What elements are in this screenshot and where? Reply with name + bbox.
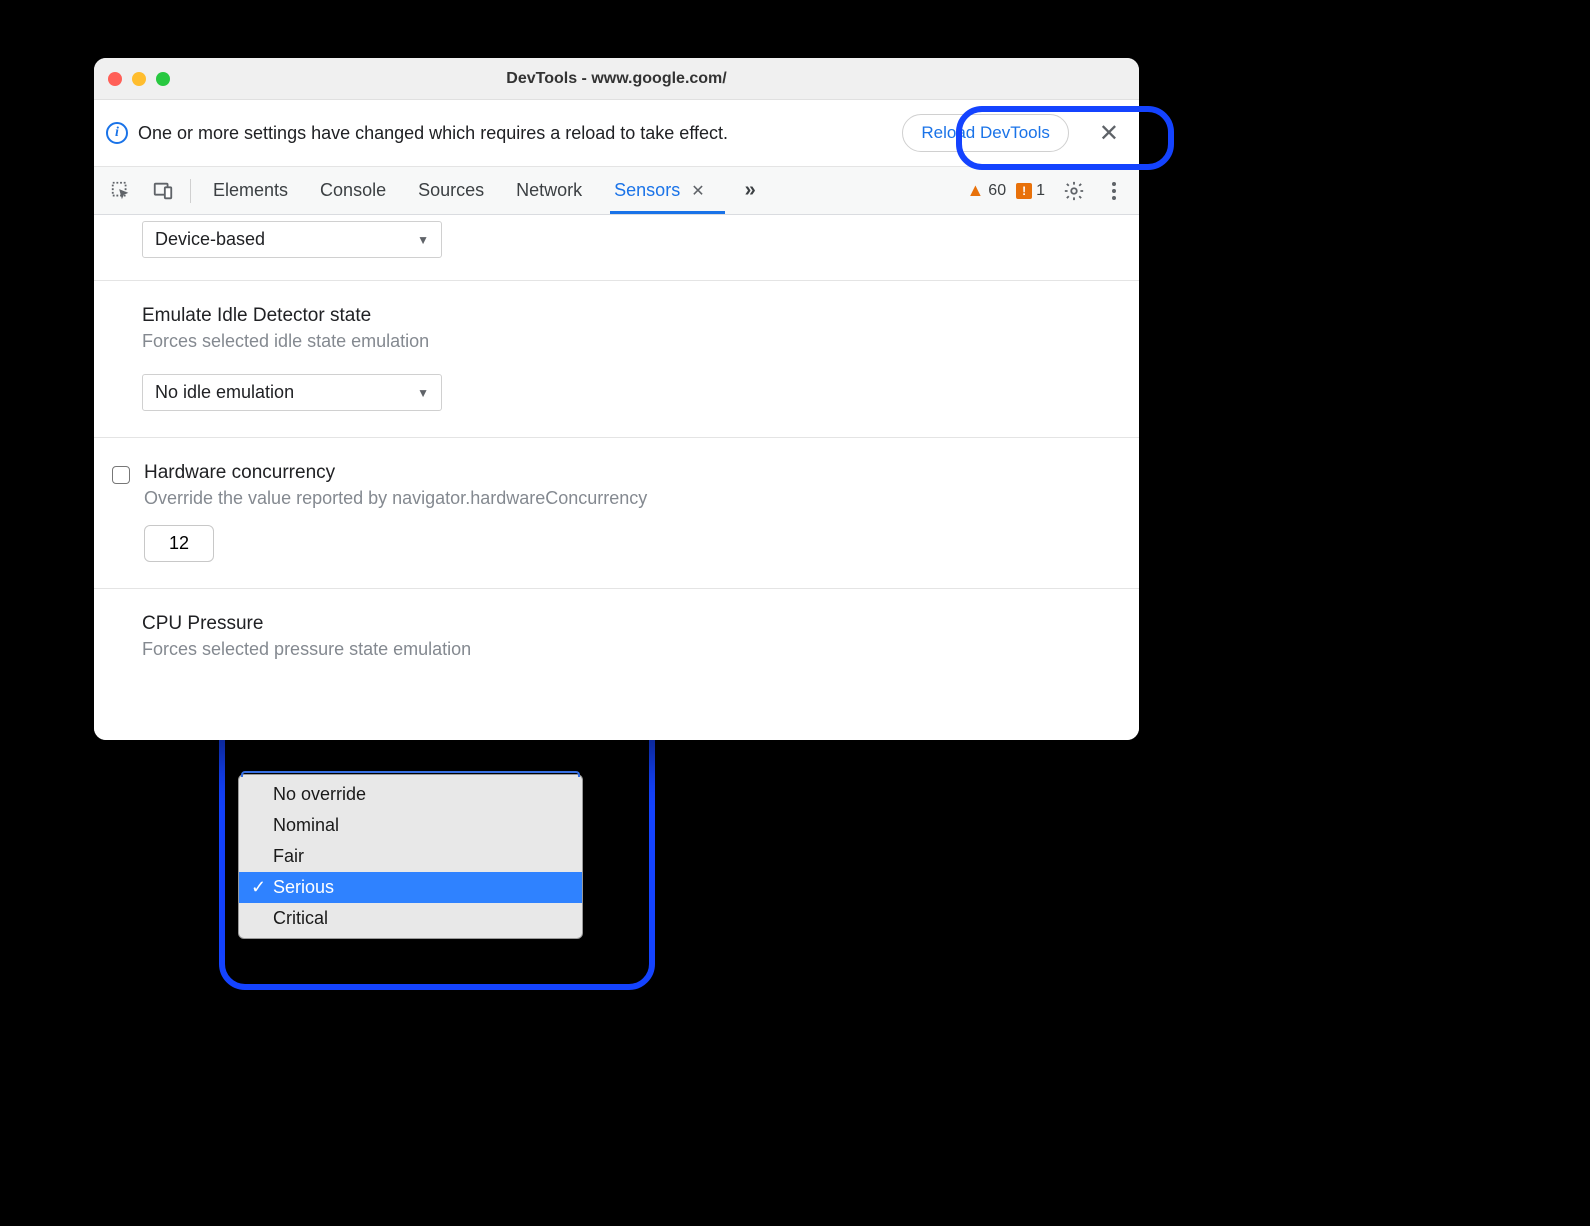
concurrency-title: Hardware concurrency	[144, 462, 1115, 484]
caret-down-icon: ▼	[417, 386, 429, 400]
idle-select-value: No idle emulation	[155, 382, 294, 403]
devtools-window: DevTools - www.google.com/ i One or more…	[94, 58, 1139, 740]
window-titlebar: DevTools - www.google.com/	[94, 58, 1139, 100]
idle-emulation-select[interactable]: No idle emulation ▼	[142, 374, 442, 411]
device-select-value: Device-based	[155, 229, 265, 250]
hardware-concurrency-section: Hardware concurrency Override the value …	[94, 437, 1139, 588]
window-title: DevTools - www.google.com/	[94, 70, 1139, 88]
tab-sensors[interactable]: Sensors ✕	[612, 170, 706, 211]
issue-flag-icon: !	[1016, 183, 1032, 199]
cpu-pressure-subtitle: Forces selected pressure state emulation	[142, 639, 1115, 660]
concurrency-subtitle: Override the value reported by navigator…	[144, 488, 1115, 509]
more-tabs-button[interactable]: »	[745, 179, 756, 202]
tab-close-icon[interactable]: ✕	[691, 183, 704, 200]
tab-network[interactable]: Network	[514, 170, 584, 211]
info-icon: i	[106, 122, 128, 144]
device-orientation-select[interactable]: Device-based ▼	[142, 221, 442, 258]
annotation-highlight-reload	[956, 106, 1174, 170]
warning-triangle-icon: ▲	[966, 180, 984, 201]
cpu-pressure-title: CPU Pressure	[142, 613, 1115, 635]
devtools-tabbar: Elements Console Sources Network Sensors…	[94, 167, 1139, 215]
idle-subtitle: Forces selected idle state emulation	[142, 331, 1115, 352]
cpu-option-serious[interactable]: Serious	[239, 872, 582, 903]
toolbar-right: ▲ 60 ! 1	[966, 174, 1131, 208]
window-maximize-button[interactable]	[156, 72, 170, 86]
issues-count: 1	[1036, 182, 1045, 200]
tab-sources[interactable]: Sources	[416, 170, 486, 211]
toolbar-divider	[190, 179, 191, 203]
idle-title: Emulate Idle Detector state	[142, 305, 1115, 327]
traffic-lights	[108, 72, 170, 86]
caret-down-icon: ▼	[417, 233, 429, 247]
cpu-pressure-section: CPU Pressure Forces selected pressure st…	[94, 588, 1139, 740]
issues-badge[interactable]: ! 1	[1016, 182, 1045, 200]
cpu-option-critical[interactable]: Critical	[239, 903, 582, 934]
tab-sensors-label: Sensors	[614, 180, 680, 200]
notice-text: One or more settings have changed which …	[138, 123, 892, 144]
tab-list: Elements Console Sources Network Sensors…	[211, 170, 962, 211]
warnings-count: 60	[988, 182, 1006, 200]
idle-detector-section: Emulate Idle Detector state Forces selec…	[94, 280, 1139, 437]
more-menu-kebab-icon[interactable]	[1103, 174, 1125, 208]
cpu-option-nominal[interactable]: Nominal	[239, 810, 582, 841]
concurrency-checkbox[interactable]	[112, 466, 130, 484]
cpu-pressure-dropdown[interactable]: No override Nominal Fair Serious Critica…	[238, 774, 583, 939]
settings-gear-icon[interactable]	[1055, 174, 1093, 208]
cpu-option-fair[interactable]: Fair	[239, 841, 582, 872]
inspect-element-icon[interactable]	[102, 174, 140, 208]
cpu-option-no-override[interactable]: No override	[239, 779, 582, 810]
window-minimize-button[interactable]	[132, 72, 146, 86]
device-toolbar-icon[interactable]	[144, 174, 182, 208]
sensors-panel: Device-based ▼ Emulate Idle Detector sta…	[94, 215, 1139, 740]
tab-elements[interactable]: Elements	[211, 170, 290, 211]
concurrency-value-input[interactable]: 12	[144, 525, 214, 562]
warnings-badge[interactable]: ▲ 60	[966, 180, 1006, 201]
tab-console[interactable]: Console	[318, 170, 388, 211]
window-close-button[interactable]	[108, 72, 122, 86]
device-section: Device-based ▼	[94, 215, 1139, 280]
